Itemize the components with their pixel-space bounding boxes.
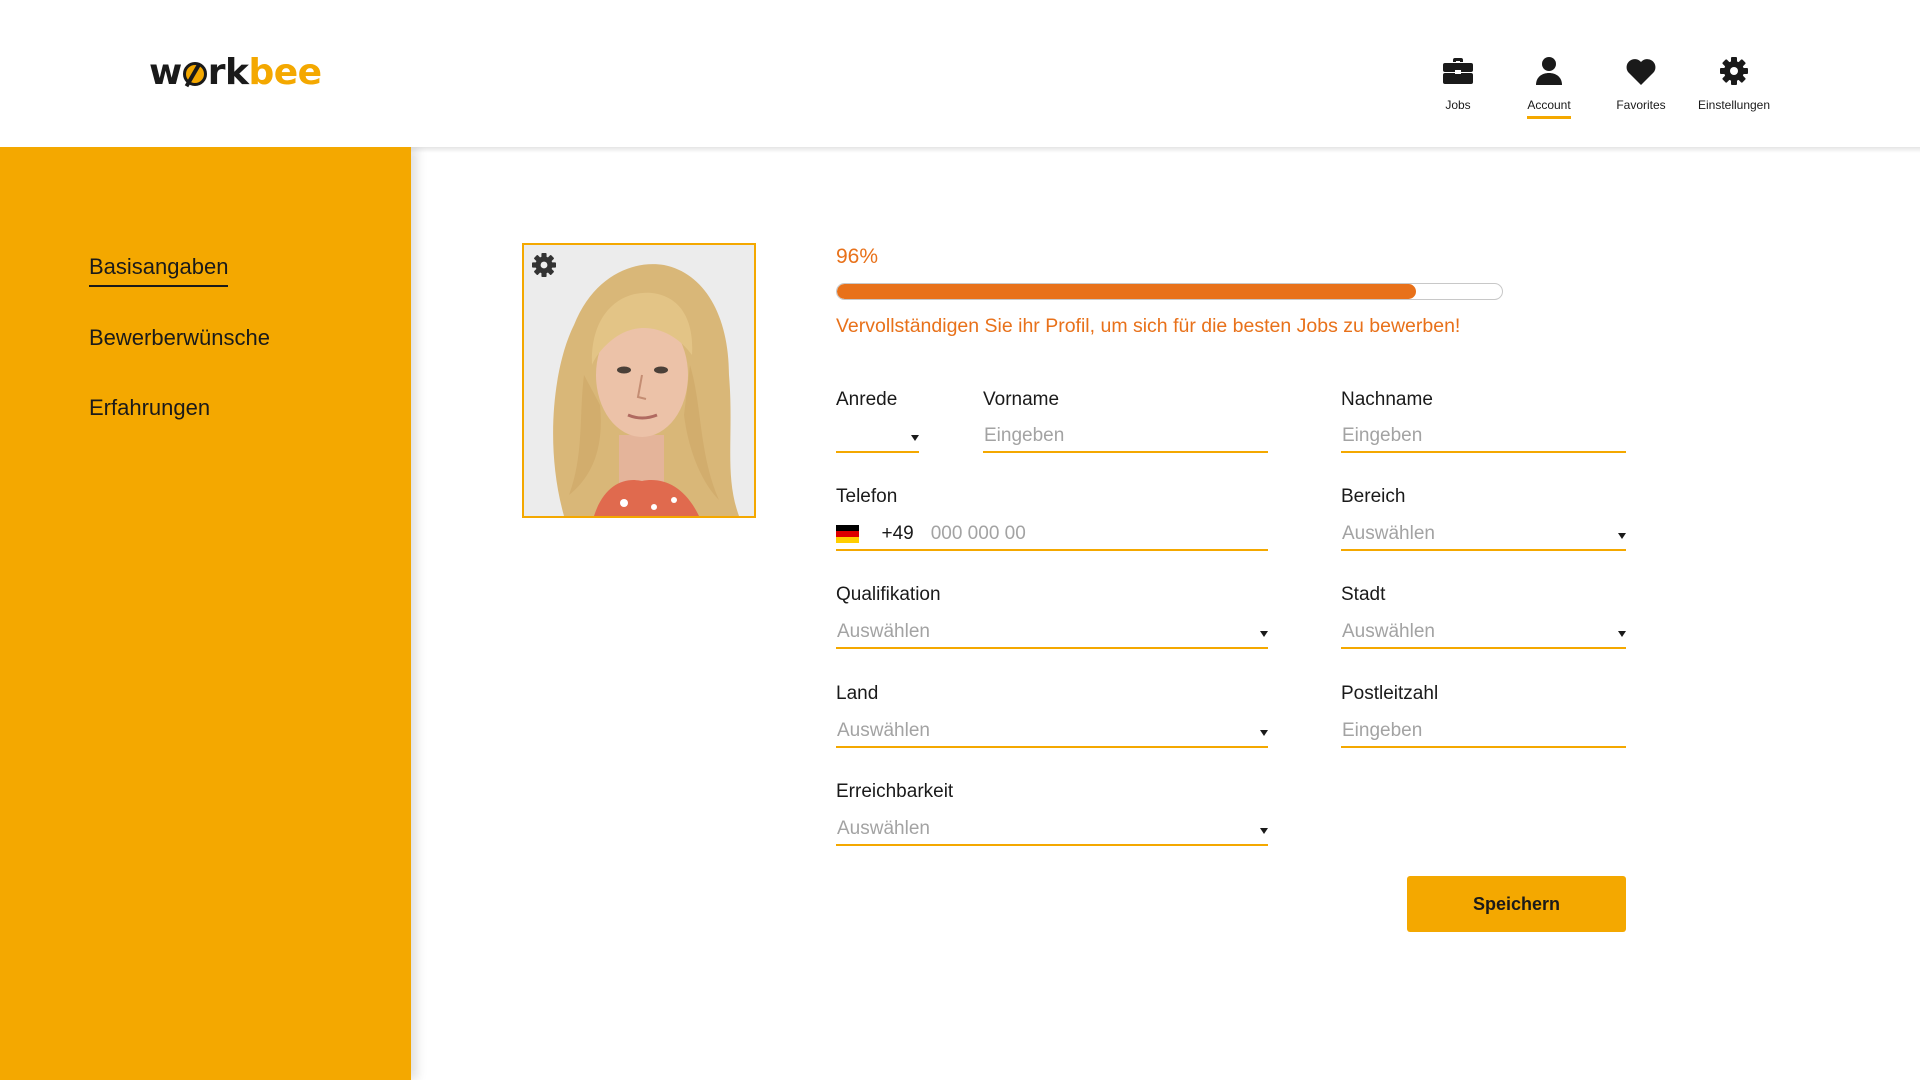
- nav-jobs[interactable]: Jobs: [1430, 54, 1486, 112]
- nav-favorites[interactable]: Favorites: [1611, 54, 1671, 112]
- erreichbarkeit-label: Erreichbarkeit: [836, 781, 954, 802]
- nav-account[interactable]: Account: [1521, 54, 1577, 119]
- chevron-down-icon: [1618, 533, 1626, 539]
- qualifikation-value: Auswählen: [837, 621, 930, 642]
- stadt-value: Auswählen: [1342, 621, 1435, 642]
- telefon-label: Telefon: [836, 486, 898, 507]
- qualifikation-label: Qualifikation: [836, 584, 941, 605]
- stadt-label: Stadt: [1341, 584, 1386, 605]
- vorname-input[interactable]: [983, 425, 1268, 447]
- top-header: w rk bee Jobs Account Favorites Einstell…: [0, 0, 1920, 147]
- logo-text-accent: bee: [248, 52, 322, 93]
- land-value: Auswählen: [837, 720, 930, 741]
- portrait-image: [524, 245, 754, 516]
- photo-settings-icon[interactable]: [532, 253, 556, 277]
- telefon-field-wrap: +49: [836, 519, 1268, 551]
- bereich-select[interactable]: Auswählen: [1341, 519, 1626, 551]
- user-icon: [1532, 54, 1566, 88]
- profile-photo[interactable]: [522, 243, 756, 518]
- vorname-field-wrap: [983, 421, 1268, 453]
- postleitzahl-input[interactable]: [1341, 720, 1626, 742]
- nav-settings[interactable]: Einstellungen: [1694, 54, 1774, 112]
- chevron-down-icon: [1260, 730, 1268, 736]
- land-select[interactable]: Auswählen: [836, 716, 1268, 748]
- logo-text-dark: w: [149, 52, 182, 93]
- stadt-select[interactable]: Auswählen: [1341, 617, 1626, 649]
- bereich-label: Bereich: [1341, 486, 1406, 507]
- chevron-down-icon: [1618, 631, 1626, 637]
- nav-favorites-label: Favorites: [1616, 98, 1666, 112]
- profile-progress-bar: [836, 283, 1503, 300]
- qualifikation-select[interactable]: Auswählen: [836, 617, 1268, 649]
- anrede-label: Anrede: [836, 389, 898, 410]
- gear-icon: [1717, 54, 1751, 88]
- sidebar-item-bewerberwuensche[interactable]: Bewerberwünsche: [89, 325, 270, 351]
- nav-settings-label: Einstellungen: [1697, 98, 1771, 112]
- sidebar-item-erfahrungen[interactable]: Erfahrungen: [89, 395, 210, 421]
- chevron-down-icon: [1260, 828, 1268, 834]
- logo-text-dark-2: rk: [207, 52, 249, 93]
- vorname-label: Vorname: [983, 389, 1060, 410]
- anrede-select[interactable]: [836, 421, 919, 453]
- erreichbarkeit-select[interactable]: Auswählen: [836, 814, 1268, 846]
- profile-hint: Vervollständigen Sie ihr Profil, um sich…: [836, 315, 1461, 337]
- sidebar-item-basisangaben[interactable]: Basisangaben: [89, 254, 229, 287]
- bereich-value: Auswählen: [1342, 523, 1435, 544]
- nachname-input[interactable]: [1341, 425, 1626, 447]
- nachname-field-wrap: [1341, 421, 1626, 453]
- workbee-logo[interactable]: w rk bee: [149, 52, 322, 93]
- nav-jobs-label: Jobs: [1445, 98, 1471, 112]
- profile-progress-percent: 96%: [836, 245, 879, 268]
- save-button[interactable]: Speichern: [1407, 876, 1626, 932]
- postleitzahl-label: Postleitzahl: [1341, 683, 1439, 704]
- sidebar: Basisangaben Bewerberwünsche Erfahrungen: [0, 147, 411, 1080]
- chevron-down-icon: [911, 435, 919, 441]
- telefon-input[interactable]: [929, 523, 1268, 545]
- germany-flag-icon[interactable]: [836, 525, 860, 543]
- chevron-down-icon: [1260, 631, 1268, 637]
- briefcase-icon: [1441, 54, 1475, 88]
- nav-account-label: Account: [1527, 98, 1571, 119]
- profile-progress-fill: [837, 284, 1416, 299]
- postleitzahl-field-wrap: [1341, 716, 1626, 748]
- heart-icon: [1624, 54, 1658, 88]
- telefon-prefix: +49: [881, 523, 914, 544]
- nachname-label: Nachname: [1341, 389, 1433, 410]
- land-label: Land: [836, 683, 879, 704]
- erreichbarkeit-value: Auswählen: [837, 818, 930, 839]
- bee-icon: [182, 62, 207, 86]
